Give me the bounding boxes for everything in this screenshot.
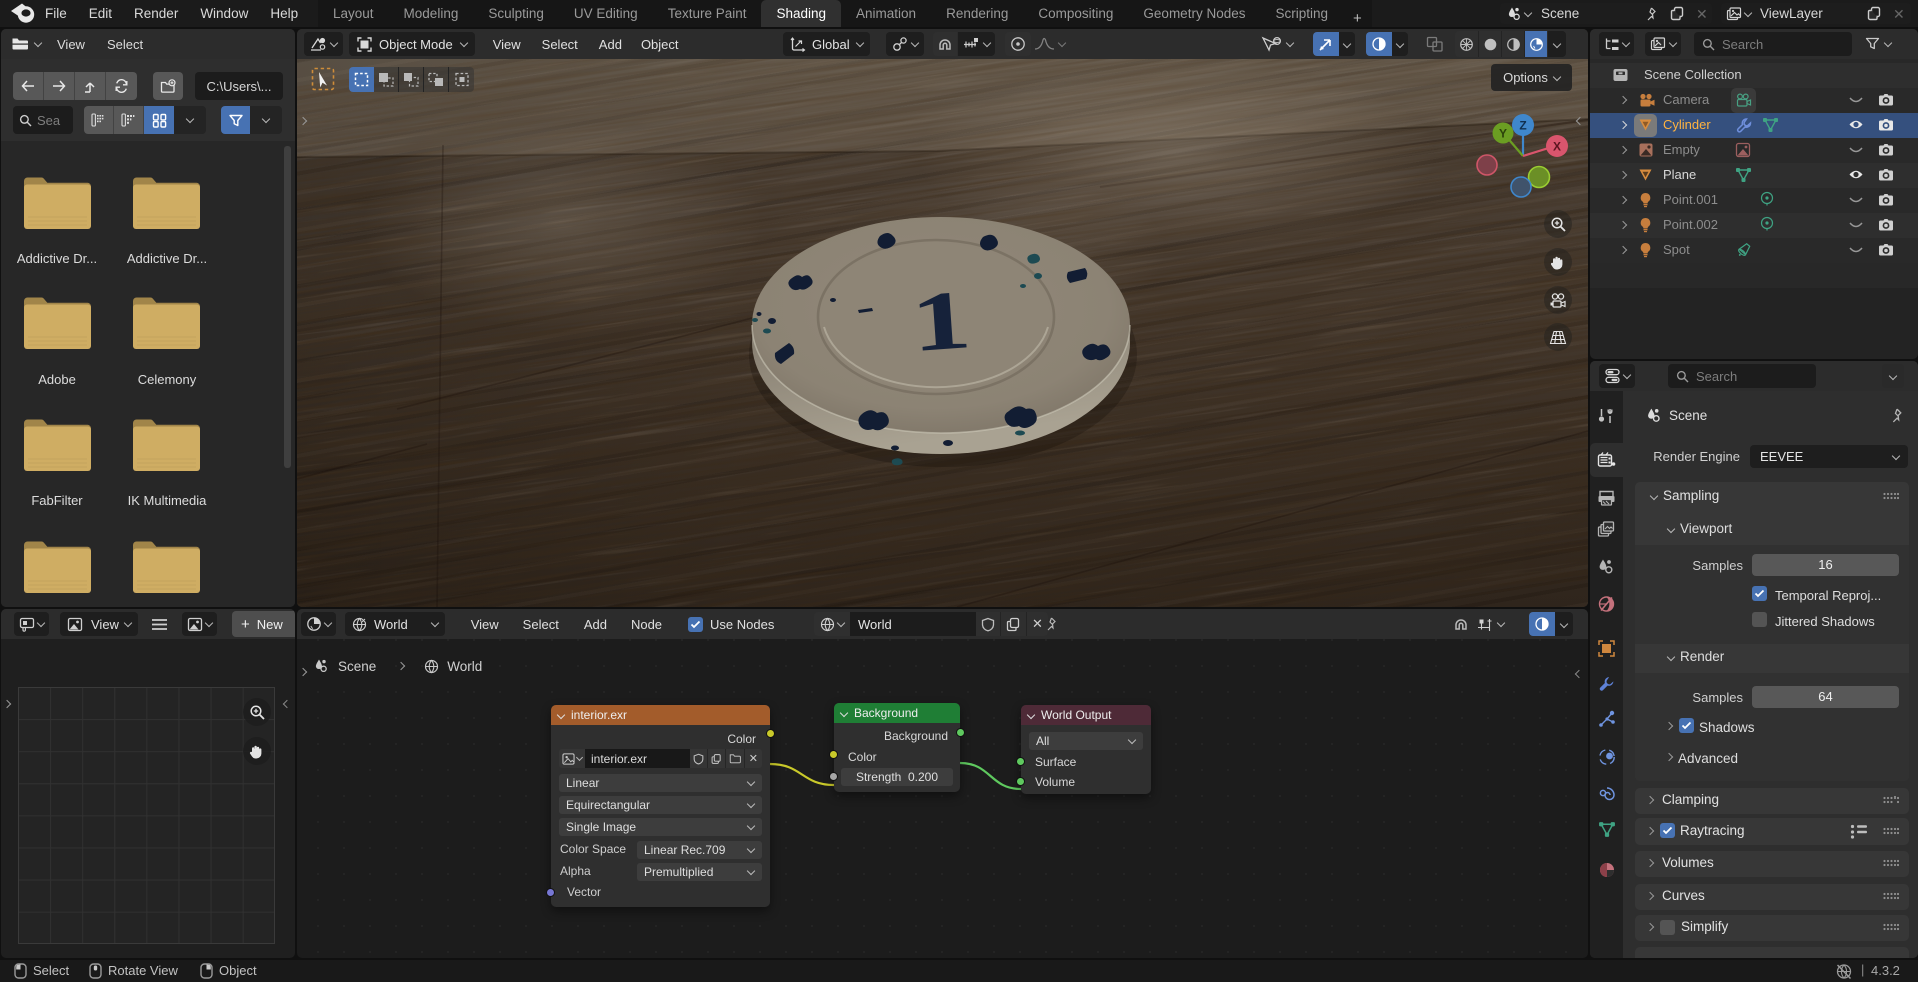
svg-text:1: 1 — [908, 273, 974, 370]
svg-text:Z: Z — [1519, 119, 1526, 133]
svg-text:Y: Y — [1499, 127, 1507, 141]
svg-text:X: X — [1553, 140, 1561, 154]
